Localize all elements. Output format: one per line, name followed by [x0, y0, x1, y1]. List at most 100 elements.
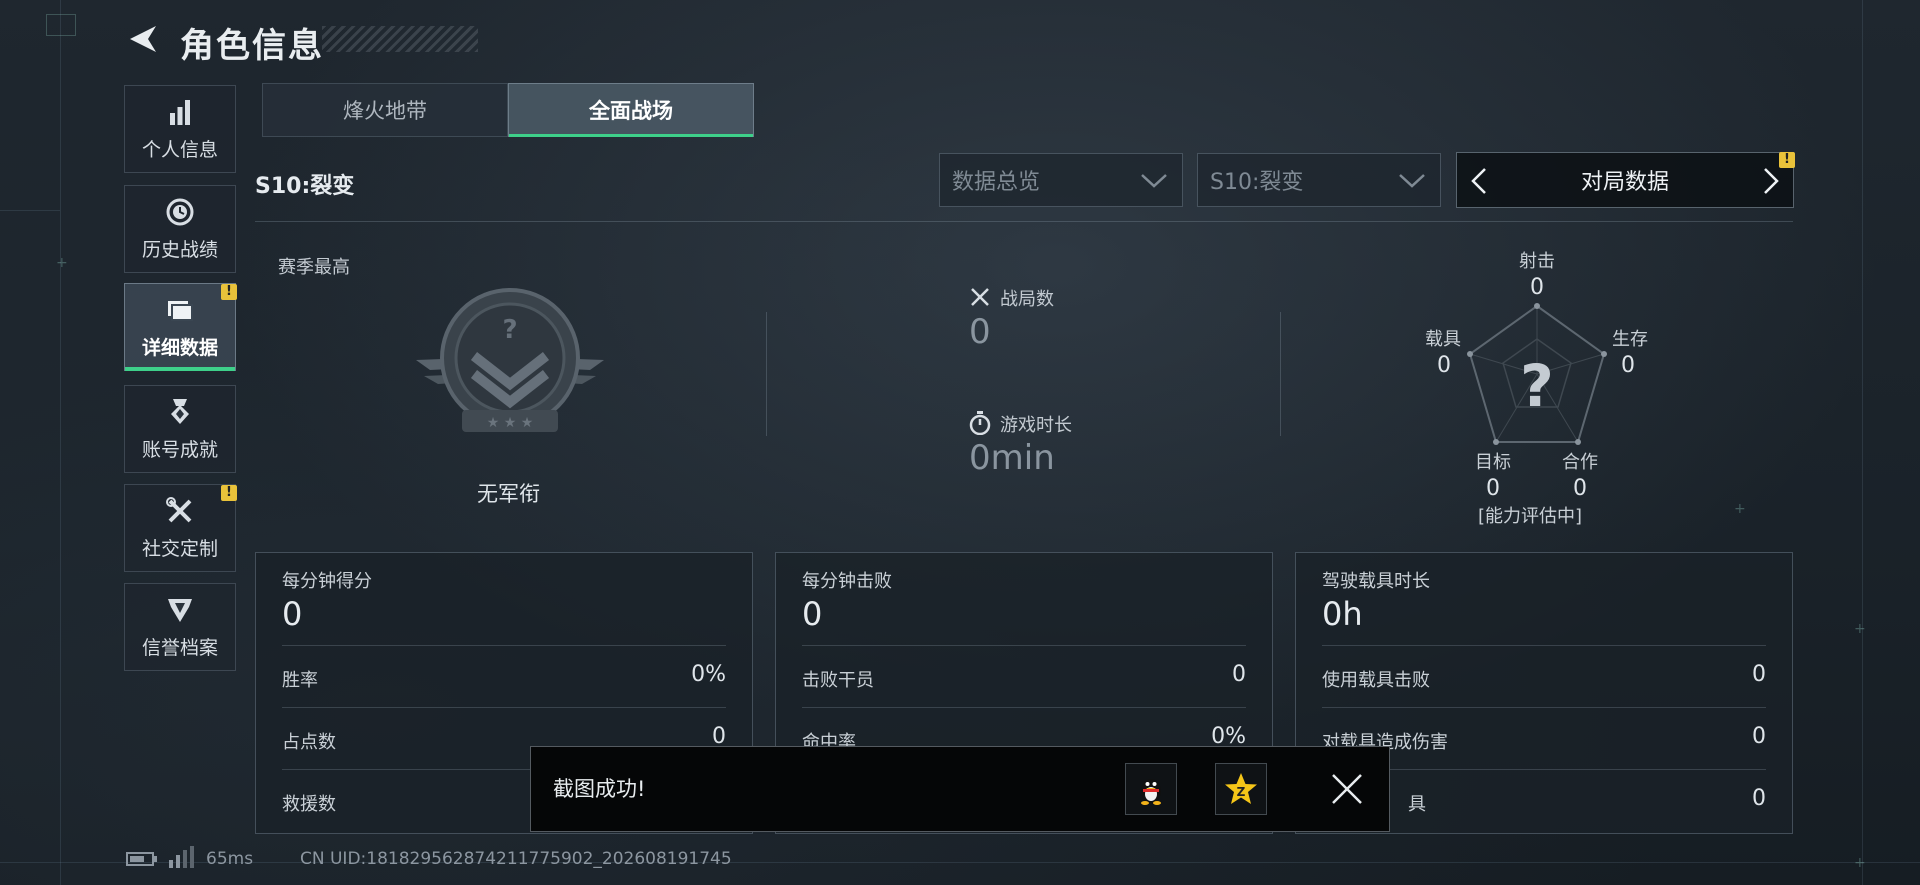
- crossed-swords-icon: [971, 288, 989, 306]
- frame-line-bottom: [0, 862, 1920, 863]
- battery-icon: [126, 852, 157, 866]
- radar-value-survival: 0: [1621, 353, 1635, 378]
- chevron-right-icon[interactable]: [1761, 167, 1781, 195]
- title-hatch-decoration: [322, 26, 478, 52]
- folder-icon: [168, 300, 193, 321]
- radar-label-vehicle: 载具: [1425, 329, 1461, 350]
- qzone-star-icon: Z: [1225, 773, 1257, 804]
- stat-key: 胜率: [282, 670, 318, 691]
- stat-key: 使用载具击败: [1322, 670, 1430, 691]
- stat-value: 0%: [691, 662, 726, 687]
- stat-key: 救援数: [282, 794, 336, 815]
- stat-row: 使用载具击败 0: [1322, 645, 1766, 708]
- frame-line-right: [1862, 0, 1863, 885]
- rank-emblem: ? ★ ★ ★: [416, 288, 604, 432]
- ping-readout: 65ms: [206, 849, 254, 869]
- radar-label-objective: 目标: [1475, 452, 1511, 473]
- plus-mark: +: [1854, 855, 1866, 871]
- share-qzone-button[interactable]: Z: [1215, 763, 1267, 815]
- stopwatch-icon: [969, 411, 991, 435]
- stat-value: 0: [1752, 662, 1766, 687]
- player-uid: CN UID:18182956287421177​5902_2026081917…: [300, 849, 732, 869]
- sidebar-item-personal-info[interactable]: 个人信息: [124, 85, 236, 173]
- radar-label-shooting: 射击: [1519, 251, 1555, 272]
- share-qq-button[interactable]: [1125, 763, 1177, 815]
- sidebar-item-label: 详细数据: [141, 336, 218, 359]
- corner-frame: [46, 14, 76, 36]
- card-title: 每分钟得分: [282, 571, 372, 592]
- sidebar-item-detailed-data[interactable]: 详细数据 !: [124, 283, 237, 371]
- alert-badge: !: [1779, 152, 1795, 168]
- battles-label: 战局数: [1000, 289, 1054, 310]
- radar-value-objective: 0: [1486, 476, 1500, 501]
- sidebar-item-achievements[interactable]: 账号成就: [124, 385, 236, 473]
- page-title: 角色信息: [180, 26, 324, 66]
- column-divider: [766, 312, 767, 436]
- alert-badge: !: [221, 284, 237, 300]
- screenshot-toast: 截图成功! Z: [530, 746, 1390, 832]
- season-select-value: S10:裂变: [1210, 170, 1304, 195]
- radar-center-glyph: ?: [1520, 352, 1554, 420]
- sidebar-item-reputation[interactable]: 信誉档案: [124, 583, 236, 671]
- sidebar-item-history[interactable]: 历史战绩: [124, 185, 236, 273]
- plus-mark: +: [1734, 501, 1746, 517]
- tab-full-battlefield[interactable]: 全面战场: [508, 83, 754, 137]
- column-divider: [1280, 312, 1281, 436]
- svg-text:Z: Z: [1237, 785, 1246, 799]
- stat-row: 击败干员 0: [802, 645, 1246, 708]
- playtime-value: 0min: [969, 438, 1055, 478]
- chevron-down-icon: [1399, 174, 1425, 188]
- svg-text:★ ★ ★: ★ ★ ★: [487, 415, 534, 431]
- card-title: 每分钟击败: [802, 571, 892, 592]
- section-divider: [255, 221, 1793, 222]
- playtime-label: 游戏时长: [1000, 415, 1072, 436]
- radar-label-survival: 生存: [1612, 329, 1648, 350]
- back-arrow-icon[interactable]: [126, 22, 160, 56]
- sidebar-item-social[interactable]: 社交定制 !: [124, 484, 237, 572]
- toast-message: 截图成功!: [553, 777, 646, 801]
- tab-beacon-zone[interactable]: 烽火地带: [262, 83, 508, 137]
- chevron-left-icon[interactable]: [1469, 167, 1489, 195]
- season-label: S10:裂变: [255, 174, 355, 199]
- ability-radar-chart: ?: [1467, 303, 1607, 445]
- stat-row: 胜率 0%: [282, 645, 726, 708]
- stat-key: 击败干员: [802, 670, 874, 691]
- plus-mark: +: [56, 255, 68, 271]
- sidebar-item-label: 社交定制: [141, 537, 218, 560]
- medal-icon: [171, 398, 189, 424]
- radar-value-teamwork: 0: [1573, 476, 1587, 501]
- shield-emblem-icon: [168, 598, 192, 622]
- radar-value-vehicle: 0: [1437, 353, 1451, 378]
- sidebar-item-label: 账号成就: [141, 438, 218, 461]
- signal-strength-icon: [169, 846, 194, 868]
- pager-label: 对局数据: [1580, 170, 1669, 195]
- chevron-down-icon: [1141, 174, 1167, 188]
- history-clock-icon: [166, 198, 194, 225]
- card-title: 驾驶载具时长: [1322, 571, 1430, 592]
- stat-value: 0: [1752, 786, 1766, 811]
- radar-status: [能力评估中]: [1478, 506, 1583, 527]
- data-category-pager: 对局数据 !: [1456, 152, 1795, 208]
- battles-value: 0: [969, 312, 991, 352]
- season-best-heading: 赛季最高: [278, 257, 350, 278]
- sidebar-item-label: 个人信息: [141, 138, 218, 161]
- close-icon[interactable]: [1329, 771, 1365, 807]
- tools-icon: [166, 496, 192, 522]
- card-value: 0h: [1322, 595, 1363, 633]
- data-type-select-value: 数据总览: [952, 170, 1041, 195]
- stat-key: 具: [1408, 794, 1426, 815]
- stat-key: 占点数: [282, 732, 336, 753]
- frame-line: [0, 210, 60, 211]
- qq-penguin-icon: [1141, 779, 1161, 805]
- data-type-select[interactable]: 数据总览: [939, 153, 1183, 207]
- frame-line-left: [60, 0, 61, 885]
- alert-badge: !: [221, 485, 237, 501]
- plus-mark: +: [1854, 621, 1866, 637]
- season-select[interactable]: S10:裂变: [1197, 153, 1441, 207]
- rank-emblem-glyph: ?: [502, 315, 517, 345]
- active-indicator: [125, 367, 235, 371]
- radar-value-shooting: 0: [1530, 275, 1544, 300]
- radar-label-teamwork: 合作: [1562, 452, 1598, 473]
- card-value: 0: [282, 595, 303, 633]
- sidebar-item-label: 信誉档案: [141, 636, 218, 659]
